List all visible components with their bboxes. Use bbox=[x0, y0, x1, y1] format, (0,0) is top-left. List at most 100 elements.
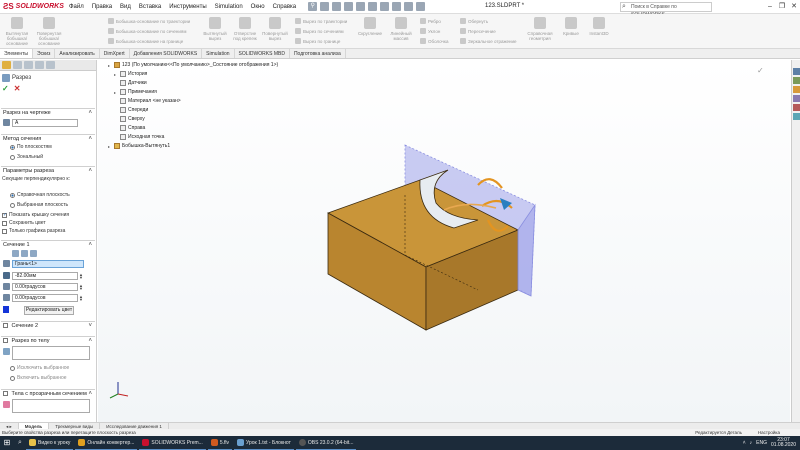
intersect-button[interactable]: Пересечение bbox=[460, 27, 496, 35]
taskbar-item-video[interactable]: 5.flv bbox=[207, 436, 232, 450]
language-indicator[interactable]: ENG bbox=[756, 440, 767, 446]
angle-y-field[interactable]: 0.00градусов ▲ ▼ bbox=[12, 294, 83, 302]
undo-icon[interactable] bbox=[380, 2, 390, 11]
spinner-icon[interactable]: ▲ ▼ bbox=[78, 284, 84, 291]
resources-icon[interactable] bbox=[793, 68, 800, 75]
loft-cut-button[interactable]: Вырез по сечениям bbox=[295, 27, 344, 35]
menu-simulation[interactable]: Simulation bbox=[211, 4, 247, 10]
include-selected-radio[interactable]: Включить выбранное bbox=[10, 375, 67, 381]
section-face-field[interactable]: Грань<1> bbox=[12, 260, 84, 268]
ref-plane-radio[interactable]: Справочная плоскость bbox=[10, 192, 70, 198]
draft-button[interactable]: Уклон bbox=[420, 27, 440, 35]
rib-button[interactable]: Ребро bbox=[420, 17, 441, 25]
method-zonal-radio[interactable]: Зональный bbox=[10, 154, 43, 160]
taskbar-item-obs[interactable]: OBS 23.0.2 (64-bit... bbox=[295, 436, 357, 450]
edit-color-button[interactable]: Редактировать цвет bbox=[24, 306, 74, 315]
taskbar-item-solidworks[interactable]: SOLIDWORKS Prem... bbox=[139, 436, 206, 450]
menu-window[interactable]: Окно bbox=[247, 4, 269, 10]
spinner-icon[interactable]: ▲ ▼ bbox=[78, 273, 84, 280]
tab-sketch[interactable]: Эскиз bbox=[33, 49, 56, 58]
help-search-input[interactable]: ⌕ Поиск в Справке по SOLIDWORKS bbox=[620, 2, 712, 18]
swept-cut-button[interactable]: Вырез по траектории bbox=[295, 17, 347, 25]
curves-button[interactable]: Кривые bbox=[556, 17, 586, 36]
solidworks-logo[interactable]: ƧS SOLIDWORKS bbox=[3, 2, 65, 11]
display-manager-icon[interactable] bbox=[46, 61, 55, 69]
body-selection-box[interactable] bbox=[12, 346, 90, 360]
exclude-selected-radio[interactable]: Исключить выбранное bbox=[10, 365, 69, 371]
boundary-cut-button[interactable]: Вырез по границе bbox=[295, 37, 340, 45]
graphics-area[interactable]: ▸ 123 (По умолчанию<<По умолчанию>_Состоя… bbox=[98, 60, 790, 422]
tab-analysis-prep[interactable]: Подготовка анализа bbox=[290, 49, 346, 58]
tray-chevron-icon[interactable]: ˄ bbox=[743, 440, 746, 446]
section-drawing-header[interactable]: Разрез на чертеже ˄ bbox=[1, 108, 95, 117]
graphics-only-checkbox[interactable]: Только графика разреза bbox=[2, 228, 65, 234]
hole-wizard-button[interactable]: Отверстие под крепеж bbox=[230, 17, 260, 41]
rebuild-icon[interactable] bbox=[404, 2, 414, 11]
section-by-body-header[interactable]: Разрез по телу ˄ bbox=[1, 336, 95, 345]
menu-help[interactable]: Справка bbox=[269, 4, 301, 10]
print-icon[interactable] bbox=[368, 2, 378, 11]
ok-button[interactable]: ✓ bbox=[2, 84, 9, 93]
tab-features[interactable]: Элементы bbox=[0, 49, 33, 58]
taskbar-item-browser[interactable]: Онлайн конвертер... bbox=[75, 436, 138, 450]
file-explorer-icon[interactable] bbox=[793, 86, 800, 93]
cancel-button[interactable]: ✕ bbox=[14, 84, 21, 93]
custom-properties-icon[interactable] bbox=[793, 113, 800, 120]
method-plane-radio[interactable]: По плоскостям bbox=[10, 144, 52, 150]
show-cap-checkbox[interactable]: Показать крышку сечения bbox=[2, 212, 69, 218]
tab-addins[interactable]: Добавления SOLIDWORKS bbox=[130, 49, 203, 58]
taskbar-item-notepad[interactable]: Урок 1.txt - Блокнот bbox=[234, 436, 294, 450]
design-library-icon[interactable] bbox=[793, 77, 800, 84]
extrude-boss-button[interactable]: Вытянутая бобышка/основание bbox=[2, 17, 32, 46]
plane-front-icon[interactable] bbox=[12, 250, 19, 257]
pin-icon[interactable]: ⚲ bbox=[308, 2, 318, 11]
menu-insert[interactable]: Вставка bbox=[135, 4, 165, 10]
checkbox-unchecked[interactable] bbox=[3, 338, 8, 344]
shell-button[interactable]: Оболочка bbox=[420, 37, 448, 45]
model-svg[interactable] bbox=[98, 60, 790, 422]
reverse-direction-icon[interactable] bbox=[3, 272, 10, 279]
angle-x-field[interactable]: 0.00градусов ▲ ▼ bbox=[12, 283, 83, 291]
loft-boss-button[interactable]: Бобышка-основание по сечениям bbox=[108, 27, 186, 35]
tab-dimxpert[interactable]: DimXpert bbox=[100, 49, 130, 58]
tab-evaluate[interactable]: Анализировать bbox=[55, 49, 100, 58]
volume-icon[interactable]: ♪ bbox=[750, 440, 753, 446]
restore-button[interactable]: ❐ bbox=[776, 0, 788, 14]
menu-view[interactable]: Вид bbox=[116, 4, 135, 10]
menu-file[interactable]: Файл bbox=[65, 4, 88, 10]
section-1-header[interactable]: Сечение 1 ˄ bbox=[1, 240, 95, 249]
offset-distance-field[interactable]: -82.00мм ▲ ▼ bbox=[12, 272, 83, 280]
revolve-boss-button[interactable]: Повернутая бобышка/основание bbox=[34, 17, 64, 46]
plane-top-icon[interactable] bbox=[21, 250, 28, 257]
transparent-selection-box[interactable] bbox=[12, 399, 90, 413]
reference-geometry-button[interactable]: Справочная геометрия bbox=[525, 17, 555, 41]
section-params-header[interactable]: Параметры разреза ˄ bbox=[1, 166, 95, 175]
spinner-icon[interactable]: ▲ ▼ bbox=[78, 295, 84, 302]
section-method-header[interactable]: Метод сечения ˄ bbox=[1, 134, 95, 143]
section-name-field[interactable]: А bbox=[12, 119, 78, 127]
tab-mbd[interactable]: SOLIDWORKS MBD bbox=[235, 49, 290, 58]
clock[interactable]: 23:07 01.08.2020 bbox=[771, 438, 796, 448]
fillet-button[interactable]: Скругление bbox=[355, 17, 385, 36]
tab-simulation[interactable]: Simulation bbox=[202, 49, 235, 58]
minimize-button[interactable]: – bbox=[764, 0, 776, 14]
linear-pattern-button[interactable]: Линейный массив bbox=[386, 17, 416, 41]
boundary-boss-button[interactable]: Бобышка-основание на границе bbox=[108, 37, 183, 45]
dimxpert-manager-icon[interactable] bbox=[35, 61, 44, 69]
configuration-manager-icon[interactable] bbox=[24, 61, 33, 69]
keep-color-checkbox[interactable]: Сохранить цвет bbox=[2, 220, 46, 226]
taskbar-item-explorer[interactable]: Видео к уроку bbox=[26, 436, 74, 450]
instant3d-button[interactable]: Instant3D bbox=[584, 17, 614, 36]
checkbox-unchecked[interactable] bbox=[3, 391, 8, 397]
confirmation-corner-ok-icon[interactable]: ✓ bbox=[757, 66, 764, 75]
section-2-header[interactable]: Сечение 2 ˅ bbox=[1, 321, 95, 330]
appearances-icon[interactable] bbox=[793, 104, 800, 111]
open-icon[interactable] bbox=[344, 2, 354, 11]
menu-edit[interactable]: Правка bbox=[88, 4, 116, 10]
selected-plane-radio[interactable]: Выбранная плоскость bbox=[10, 202, 68, 208]
save-icon[interactable] bbox=[356, 2, 366, 11]
checkbox-unchecked[interactable] bbox=[3, 323, 8, 329]
wrap-button[interactable]: Обернуть bbox=[460, 17, 488, 25]
menu-tools[interactable]: Инструменты bbox=[165, 4, 210, 10]
feature-manager-icon[interactable] bbox=[2, 61, 11, 69]
